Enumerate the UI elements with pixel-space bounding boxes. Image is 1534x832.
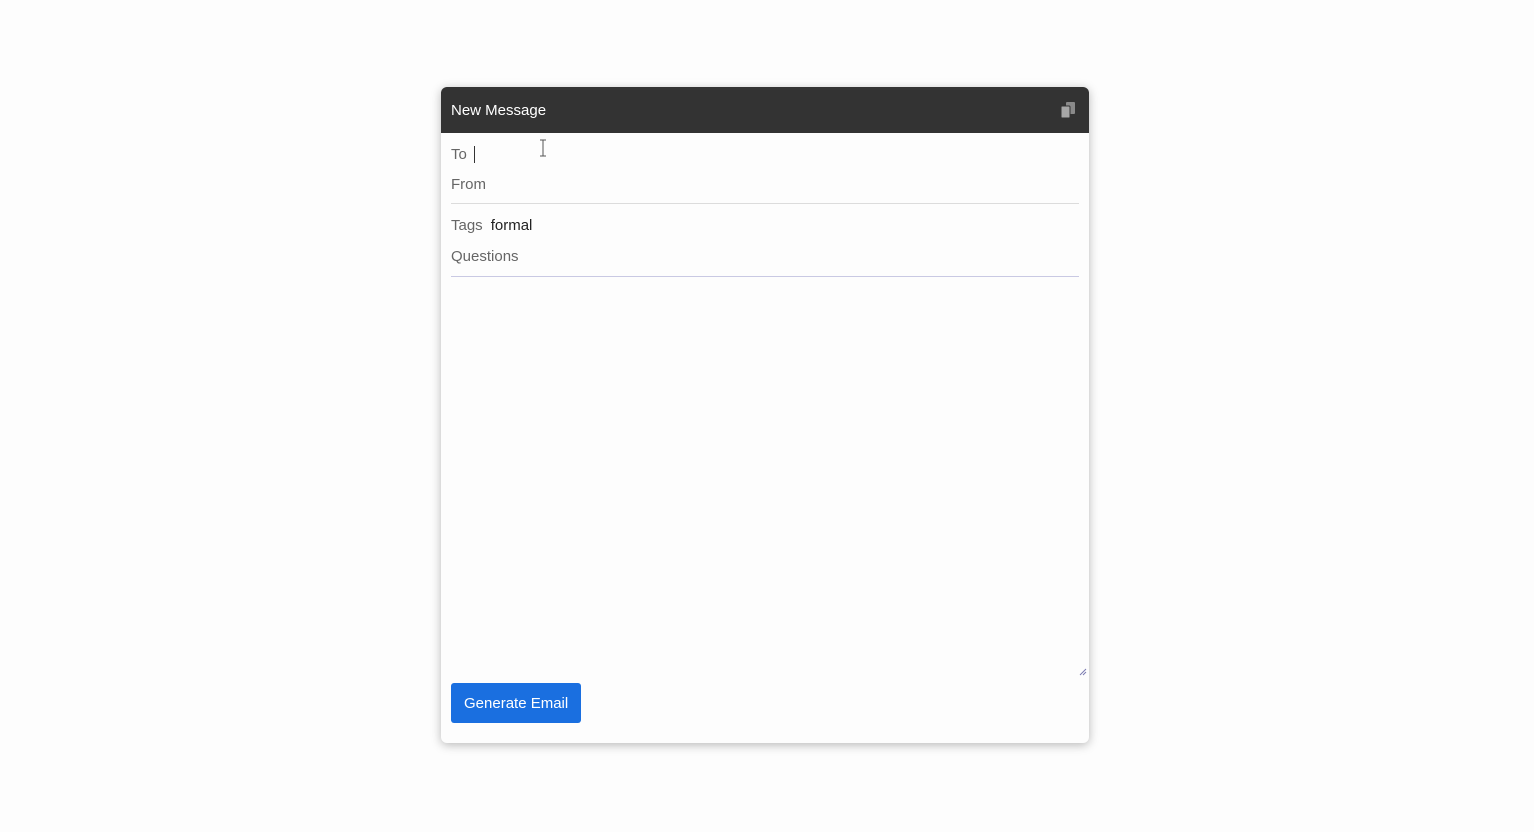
body-area [441, 277, 1089, 676]
to-label: To [451, 145, 467, 163]
questions-row: Questions [451, 240, 1079, 272]
questions-label: Questions [451, 247, 519, 265]
from-row: From [451, 169, 1079, 199]
from-input[interactable] [494, 175, 1079, 193]
resize-handle-icon[interactable] [1079, 663, 1087, 676]
compose-window: New Message To From Tags formal Question… [441, 87, 1089, 743]
tags-row: Tags formal [451, 210, 1079, 240]
compose-title: New Message [451, 101, 547, 119]
divider [451, 203, 1079, 204]
copy-icon[interactable] [1057, 99, 1079, 121]
tag-formal[interactable]: formal [491, 217, 533, 234]
message-body-textarea[interactable] [441, 277, 1089, 673]
compose-footer: Generate Email [441, 673, 1089, 733]
compose-header: New Message [441, 87, 1089, 133]
tags-label: Tags [451, 216, 483, 234]
to-input[interactable] [474, 145, 1079, 163]
generate-email-button[interactable]: Generate Email [451, 683, 582, 723]
text-cursor-icon [538, 139, 548, 157]
from-label: From [451, 175, 486, 193]
questions-input[interactable] [526, 247, 1079, 265]
